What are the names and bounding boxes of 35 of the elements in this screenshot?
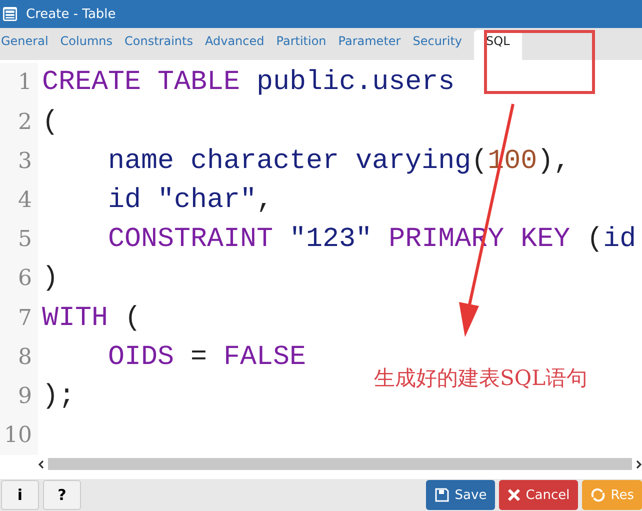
recycle-icon xyxy=(590,487,606,504)
line-number: 10 xyxy=(0,416,38,456)
action-button[interactable]: Res xyxy=(582,480,642,510)
help-button[interactable]: i xyxy=(1,480,39,510)
tab[interactable]: Parameter xyxy=(338,30,401,60)
tab[interactable]: General xyxy=(1,30,48,60)
tab[interactable]: Partition xyxy=(276,30,326,60)
help-button[interactable]: ? xyxy=(43,480,81,510)
window-title: Create - Table xyxy=(26,6,116,22)
close-icon xyxy=(506,488,521,502)
scrollbar-thumb[interactable] xyxy=(48,458,632,470)
line-number: 9 xyxy=(0,376,38,416)
tab[interactable]: Constraints xyxy=(124,30,193,60)
line-number: 6 xyxy=(0,259,38,298)
code-line: WITH ( xyxy=(41,302,142,334)
action-button[interactable]: Cancel xyxy=(498,480,578,510)
scroll-left-icon[interactable] xyxy=(38,460,44,469)
line-number: 8 xyxy=(0,338,38,377)
tab[interactable]: Security xyxy=(412,30,462,60)
line-number: 2 xyxy=(0,102,38,142)
code-line: OIDS = FALSE xyxy=(107,342,306,373)
line-number: 4 xyxy=(0,180,38,220)
line-number: 3 xyxy=(0,142,38,181)
code-line: id "char", xyxy=(107,184,274,216)
line-number: 1 xyxy=(0,63,38,102)
line-number: 7 xyxy=(0,298,38,338)
code-line: ); xyxy=(41,380,76,412)
code-line: CREATE TABLE public.users xyxy=(41,67,455,98)
scroll-right-icon[interactable] xyxy=(636,460,642,469)
code-line: ( xyxy=(41,106,59,138)
tab[interactable]: Columns xyxy=(60,30,113,60)
action-button[interactable]: Save xyxy=(426,480,495,510)
line-number: 5 xyxy=(0,220,38,260)
tab[interactable]: Advanced xyxy=(204,30,264,60)
code-line: ) xyxy=(41,263,59,294)
